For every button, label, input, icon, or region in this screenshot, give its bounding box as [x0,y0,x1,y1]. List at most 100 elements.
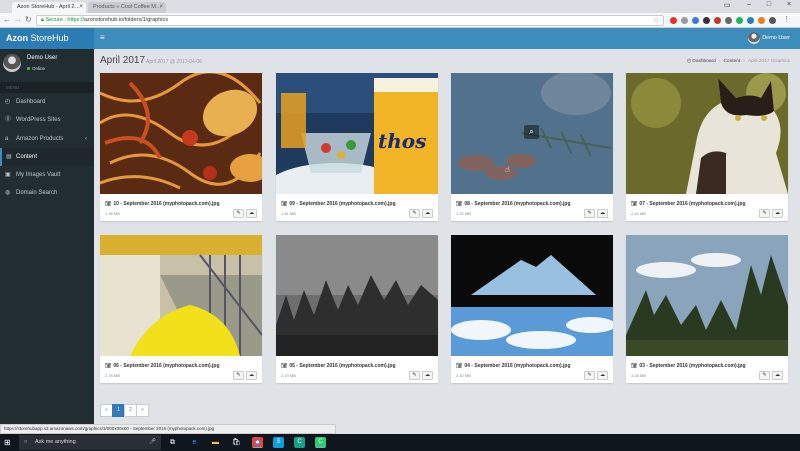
address-bar[interactable]: 🔒︎ Secure | https://azonstorehub.io/fold… [36,15,664,26]
image-thumbnail[interactable] [451,235,613,356]
close-icon[interactable]: × [79,2,83,13]
edit-button[interactable]: ✎ [409,209,420,218]
download-button[interactable]: ☁ [772,371,783,380]
bookmark-star-icon[interactable]: ☆ [653,16,659,25]
download-button[interactable]: ☁ [246,209,257,218]
sidebar-menu: ◴ Dashboard ⓪ WordPress Sites a Amazon Produc… [0,93,94,203]
top-user-menu[interactable]: Demo User [748,32,790,44]
secure-label: Secure [45,17,63,23]
extension-icon[interactable] [692,17,699,24]
camtasia-icon[interactable]: C [294,437,305,448]
extension-icon[interactable] [703,17,710,24]
hamburger-icon[interactable]: ≡ [100,33,105,42]
cortana-search-input[interactable]: ○ Ask me anything 🎤︎ [19,435,161,450]
pencil-icon: ✎ [412,372,417,378]
zoom-icon[interactable]: ⌕ [524,125,539,139]
microphone-icon[interactable]: 🎤︎ [149,435,156,450]
wordpress-icon: ⓪ [5,117,12,124]
menu-header: MENU [0,82,94,93]
browser-tab[interactable]: Products « Cool Coffee M… × [88,2,166,13]
extension-icon[interactable] [681,17,688,24]
sidebar-item-label: Dashboard [16,99,46,105]
file-explorer-icon[interactable]: ▬ [210,437,221,448]
mouse-cursor-icon: ☝︎ [505,165,510,174]
camera-icon: 📷︎ [456,363,463,369]
sidebar: Azon StoreHub Demo User Online MENU ◴ Das… [0,28,94,424]
image-thumbnail[interactable]: ⌕ ☝︎ [451,73,613,194]
extension-icon[interactable] [725,17,732,24]
image-filesize: 2.19 MB [281,373,296,378]
camera-icon: 📷︎ [105,363,112,369]
download-button[interactable]: ☁ [246,371,257,380]
edit-button[interactable]: ✎ [233,371,244,380]
pencil-icon: ✎ [587,372,592,378]
image-thumbnail[interactable] [100,235,262,356]
page-subtitle: April 2017 @ 2017-04-06 [146,59,202,65]
extension-icon[interactable] [769,17,776,24]
image-card: 📷︎ 06 - September 2016 (myphotopack.com).… [100,235,262,383]
sidebar-item-my-images-vault[interactable]: ▣ My Images Vault [0,166,94,184]
back-icon[interactable]: ← [3,15,11,24]
edit-button[interactable]: ✎ [584,209,595,218]
close-icon[interactable]: × [159,2,163,13]
edit-button[interactable]: ✎ [759,371,770,380]
breadcrumb-current: April 2017 Graphics [747,59,790,64]
download-button[interactable]: ☁ [422,371,433,380]
camera-icon: 📷︎ [631,201,638,207]
edit-button[interactable]: ✎ [233,209,244,218]
maximize-icon[interactable]: □ [762,1,776,8]
download-button[interactable]: ☁ [597,209,608,218]
extension-icon[interactable] [714,17,721,24]
menu-dots-icon[interactable]: ⋮ [783,16,790,24]
browser-tab-active[interactable]: Azon StoreHub - April 2… × [12,2,86,13]
extension-icon[interactable] [747,17,754,24]
camera-icon: 📷︎ [456,201,463,207]
store-icon[interactable]: 🛍︎ [231,437,242,448]
pencil-icon: ✎ [762,372,767,378]
browser-tab-label: Products « Cool Coffee M… [93,4,162,10]
skype-icon[interactable]: S [273,437,284,448]
sidebar-item-wordpress-sites[interactable]: ⓪ WordPress Sites [0,111,94,129]
forward-icon[interactable]: → [14,15,22,24]
pagination-next[interactable]: » [136,404,149,417]
edit-button[interactable]: ✎ [409,371,420,380]
task-view-icon[interactable]: ⧉ [167,437,178,448]
window-close-icon[interactable]: × [782,1,796,8]
breadcrumb-content[interactable]: Content [723,59,740,64]
search-icon: ○ [24,439,28,445]
sidebar-item-amazon-products[interactable]: a Amazon Products ‹ [0,130,94,148]
image-thumbnail[interactable] [100,73,262,194]
sidebar-item-content[interactable]: ▤ Content [0,147,94,167]
edit-button[interactable]: ✎ [584,371,595,380]
download-button[interactable]: ☁ [772,209,783,218]
brand-logo[interactable]: Azon StoreHub [0,28,94,49]
camtasia-recorder-icon[interactable]: C [315,437,326,448]
globe-icon: ◍ [5,190,11,197]
minimize-icon[interactable]: – [742,1,756,8]
extension-icon[interactable] [758,17,765,24]
profile-icon[interactable]: ▭ [720,1,734,9]
extension-icon[interactable] [736,17,743,24]
windows-taskbar: ⊞ ○ Ask me anything 🎤︎ ⧉ e ▬ 🛍︎ S C C [0,434,800,451]
download-button[interactable]: ☁ [422,209,433,218]
image-filesize: 3.28 MB [631,373,646,378]
sidebar-item-domain-search[interactable]: ◍ Domain Search [0,184,94,202]
cloud-download-icon: ☁ [600,210,605,216]
avatar [3,54,21,72]
image-card: 📷︎ 07 - September 2016 (myphotopack.com).… [626,73,788,221]
image-thumbnail[interactable] [626,73,788,194]
reload-icon[interactable]: ↻ [25,15,32,24]
chrome-icon[interactable] [252,437,263,448]
windows-start-icon[interactable]: ⊞ [4,438,13,447]
download-button[interactable]: ☁ [597,371,608,380]
opera-extension-icon[interactable] [670,17,677,24]
edge-browser-icon[interactable]: e [189,437,200,448]
image-filename: 📷︎ 03 - September 2016 (myphotopack.com).… [631,363,746,369]
image-thumbnail[interactable] [626,235,788,356]
url-scheme: https:// [67,17,84,23]
image-thumbnail[interactable] [276,235,438,356]
edit-button[interactable]: ✎ [759,209,770,218]
image-thumbnail[interactable]: thos [276,73,438,194]
sidebar-item-dashboard[interactable]: ◴ Dashboard [0,93,94,111]
breadcrumb-dashboard[interactable]: Dashboard [692,59,715,64]
